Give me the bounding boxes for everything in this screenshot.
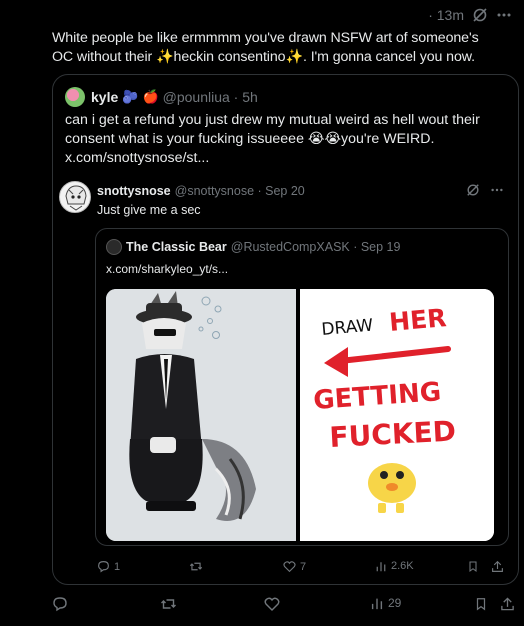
- avatar[interactable]: [65, 87, 85, 107]
- reply-button[interactable]: 1: [97, 560, 120, 573]
- nested-quoted-post[interactable]: The Classic Bear @RustedCompXASK · Sep 1…: [95, 228, 509, 546]
- quoted-post-header: kyle 🫐 🍎 @pounliua · 5h: [65, 87, 258, 107]
- reply-icon: [53, 597, 67, 612]
- more-options-icon[interactable]: [496, 7, 512, 23]
- repost-icon: [161, 599, 176, 609]
- repost-button[interactable]: [189, 560, 203, 573]
- reply-count: 1: [114, 560, 121, 573]
- blueberry-emoji: 🫐: [122, 89, 139, 104]
- quoted-post-actions: 1 7 2.6K: [53, 560, 518, 580]
- post-meta: · 13m: [428, 7, 512, 23]
- post-time[interactable]: · 13m: [428, 7, 464, 23]
- repost-icon: [189, 562, 203, 571]
- meme-word-fucked: FUCKED: [329, 414, 457, 454]
- views-button[interactable]: 2.6K: [375, 560, 414, 572]
- bookmark-icon: [469, 561, 477, 573]
- share-button[interactable]: [500, 596, 515, 612]
- post-actions: 29: [0, 596, 524, 616]
- reply-header: snottysnose @snottysnose · Sep 20: [97, 184, 305, 198]
- heart-icon: [283, 561, 296, 573]
- grok-icon[interactable]: [466, 183, 480, 200]
- nested-post-header: The Classic Bear @RustedCompXASK · Sep 1…: [106, 239, 400, 255]
- meme-image[interactable]: DRAW HER GETTING FUCKED: [300, 289, 494, 541]
- like-button[interactable]: [264, 596, 280, 612]
- share-icon: [492, 560, 503, 572]
- quoted-post-text: can i get a refund you just drew my mutu…: [65, 112, 480, 166]
- views-count: 2.6K: [391, 560, 414, 572]
- more-options-icon[interactable]: [490, 183, 504, 200]
- sparkle-emoji: ✨: [155, 49, 174, 65]
- character-artwork-image[interactable]: [106, 289, 296, 541]
- reply-button[interactable]: [52, 596, 68, 612]
- author-handle[interactable]: @pounliua · 5h: [163, 89, 258, 105]
- author-name[interactable]: The Classic Bear: [126, 240, 227, 254]
- views-icon: [371, 598, 383, 610]
- grok-icon[interactable]: [472, 7, 488, 23]
- bookmark-button[interactable]: [467, 560, 479, 573]
- sparkle-emoji: ✨: [285, 49, 304, 65]
- share-button[interactable]: [491, 560, 504, 573]
- repost-button[interactable]: [160, 596, 177, 612]
- apple-emoji: 🍎: [142, 89, 159, 104]
- heart-icon: [264, 597, 280, 611]
- author-handle[interactable]: @RustedCompXASK · Sep 19: [231, 240, 401, 254]
- reply-icon: [98, 561, 109, 573]
- avatar[interactable]: [59, 181, 91, 213]
- post-link[interactable]: x.com/sharkyleo_yt/s...: [106, 262, 228, 276]
- quoted-post[interactable]: kyle 🫐 🍎 @pounliua · 5h can i get a refu…: [52, 74, 519, 585]
- views-count: 29: [388, 596, 402, 610]
- reply-text: Just give me a sec: [97, 203, 201, 217]
- post-link[interactable]: x.com/snottysnose/st...: [65, 150, 209, 166]
- author-handle[interactable]: @snottysnose · Sep 20: [175, 184, 305, 198]
- like-button[interactable]: 7: [283, 560, 306, 573]
- reply-icons: [466, 183, 504, 200]
- meme-word-her: HER: [388, 303, 448, 337]
- post-text: White people be like ermmmm you've drawn…: [52, 30, 479, 65]
- bookmark-button[interactable]: [474, 596, 488, 612]
- avatar[interactable]: [106, 239, 122, 255]
- share-icon: [501, 597, 514, 611]
- views-button[interactable]: 29: [370, 596, 401, 610]
- author-name[interactable]: kyle: [91, 89, 118, 105]
- author-name[interactable]: snottysnose: [97, 184, 171, 198]
- bookmark-icon: [476, 598, 486, 611]
- views-icon: [376, 562, 386, 572]
- like-count: 7: [300, 560, 307, 573]
